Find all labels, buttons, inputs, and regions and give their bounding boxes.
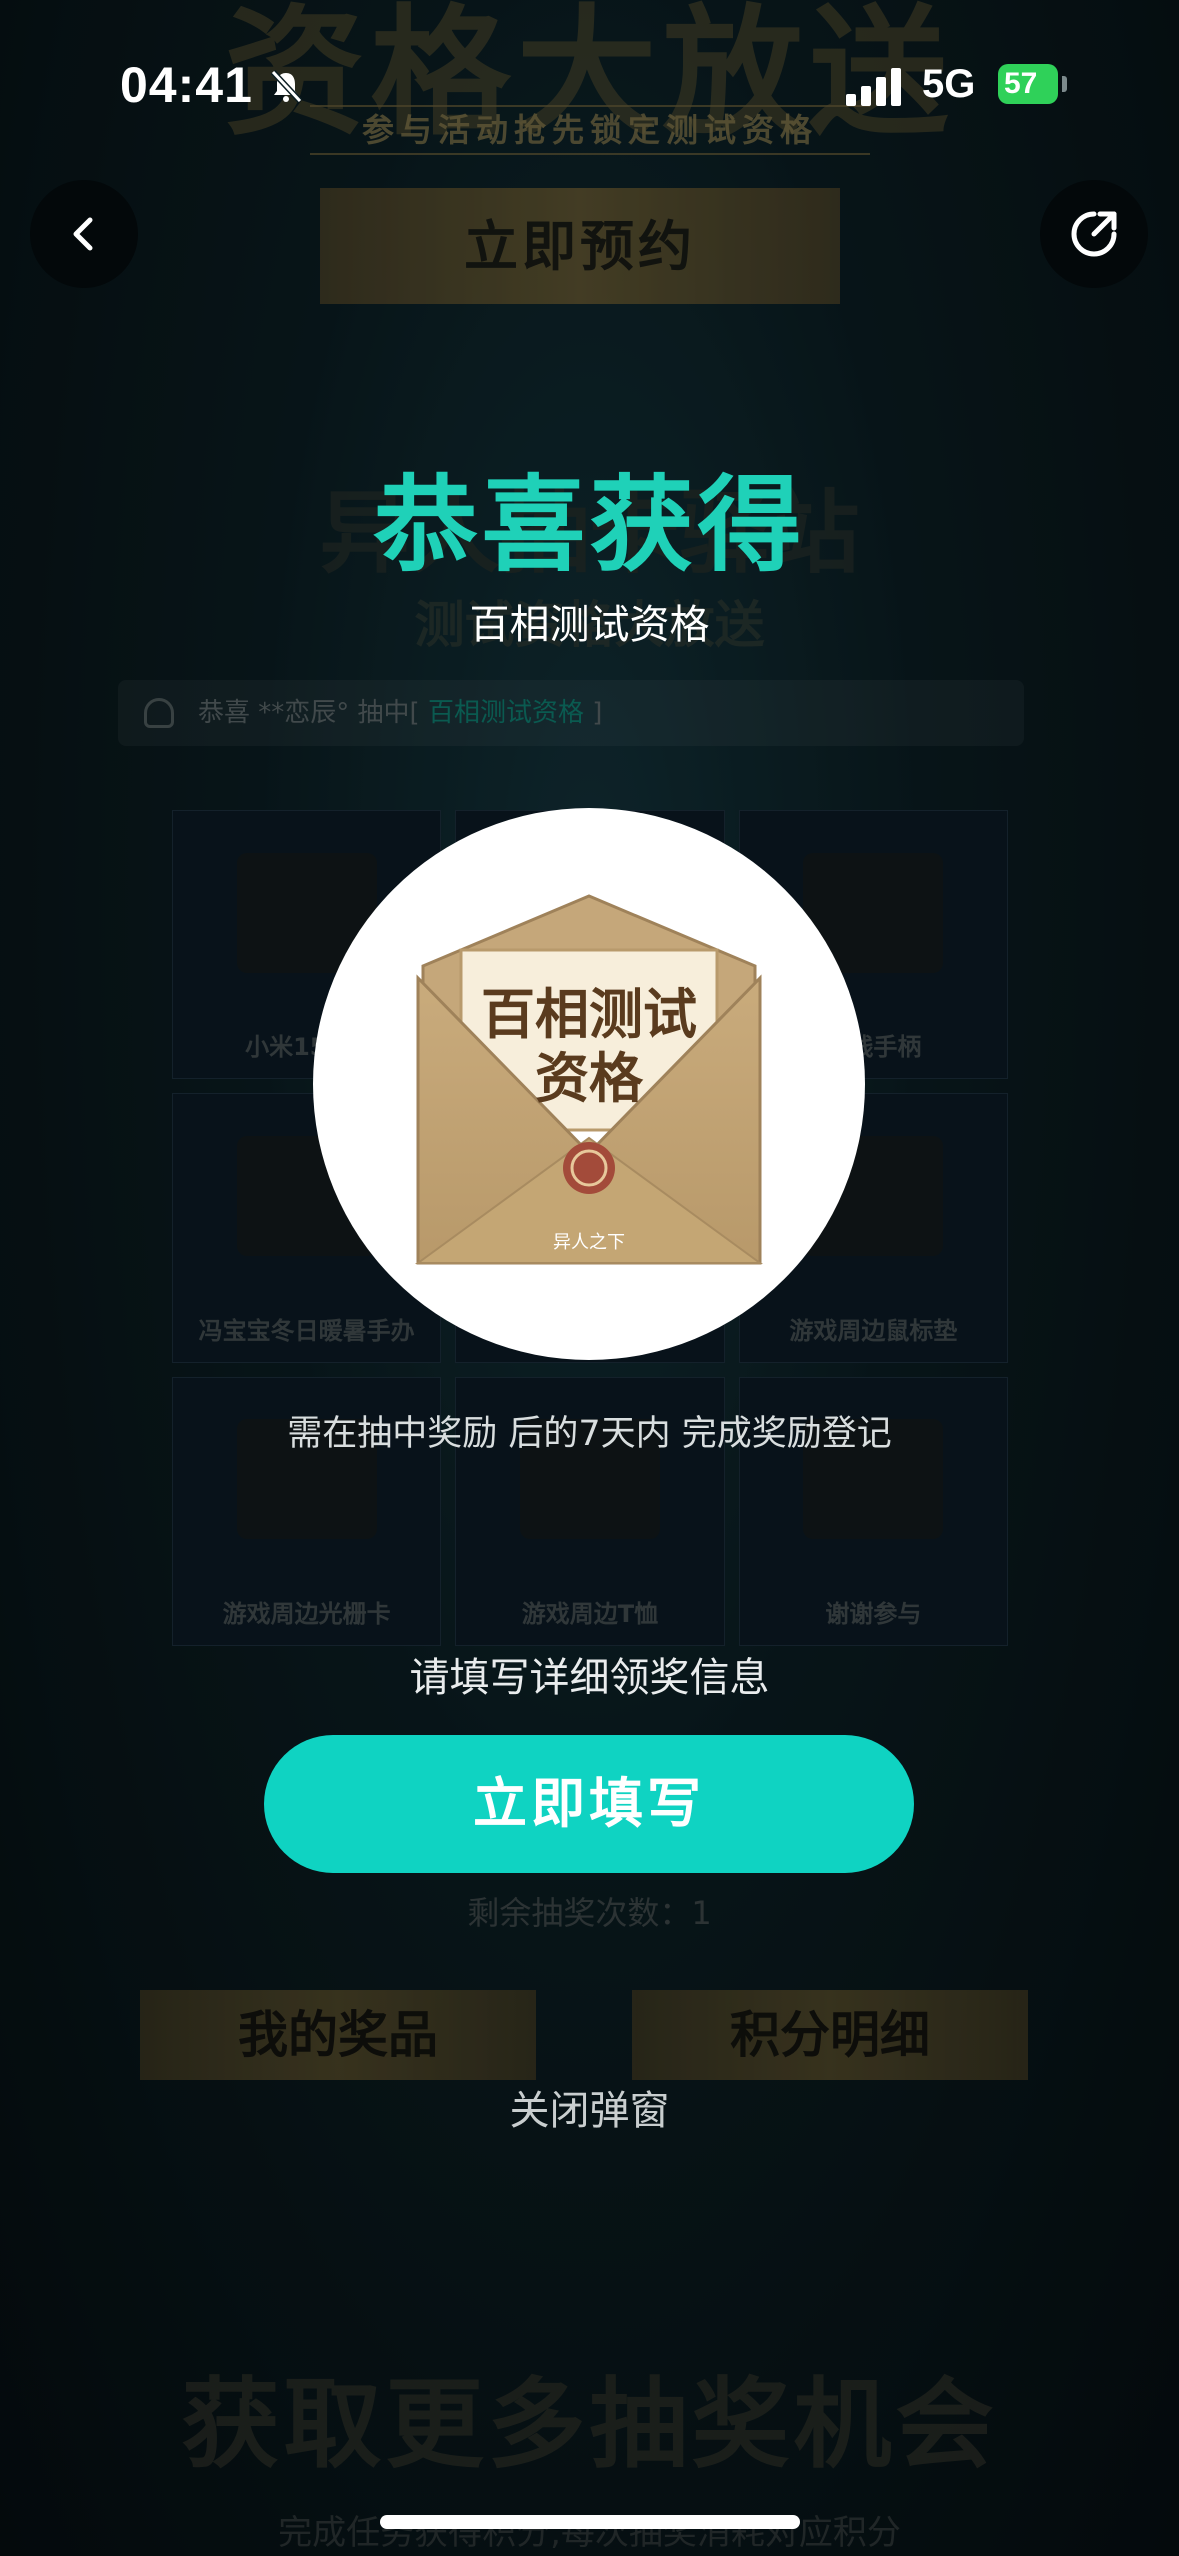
prize-image: 百相测试 资格 异人之下 <box>313 808 865 1360</box>
share-icon <box>1071 211 1117 257</box>
deadline-note: 需在抽中奖励 后的7天内 完成奖励登记 <box>287 1414 892 1454</box>
battery-level: 57 <box>1004 67 1038 100</box>
close-modal-link[interactable]: 关闭弹窗 <box>0 2078 1179 2136</box>
bell-slash-icon <box>270 69 303 104</box>
status-time: 04:41 <box>120 57 253 113</box>
back-button[interactable] <box>30 180 138 288</box>
share-button[interactable] <box>1040 180 1148 288</box>
chevron-left-icon <box>73 217 93 251</box>
signal-icon <box>846 68 901 106</box>
battery-tip <box>1062 76 1067 92</box>
modal-title: 恭喜获得 <box>373 464 806 586</box>
home-indicator[interactable] <box>380 2515 800 2529</box>
prize-card-line2: 资格 <box>535 1046 643 1110</box>
fill-info-prompt: 请填写详细领奖信息 <box>409 1655 770 1701</box>
prize-name: 百相测试资格 <box>469 602 710 648</box>
network-type: 5G <box>922 62 976 106</box>
prize-card-brand: 异人之下 <box>553 1232 625 1253</box>
battery-indicator: 57 <box>998 64 1058 104</box>
fill-now-button[interactable]: 立即填写 <box>264 1735 914 1873</box>
